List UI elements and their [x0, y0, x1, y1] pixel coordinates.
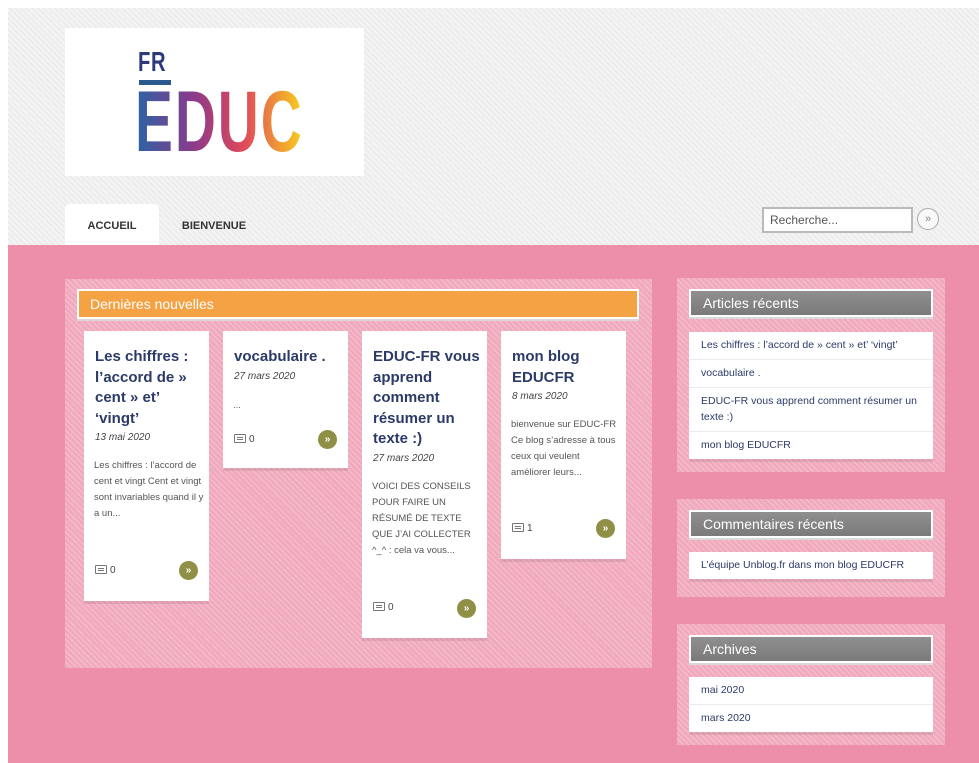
read-more-icon[interactable]: » — [179, 561, 198, 580]
post-date: 13 mai 2020 — [95, 432, 151, 443]
comment-icon — [373, 602, 385, 611]
comment-count: 0 — [249, 434, 255, 445]
archive-link[interactable]: mai 2020 — [689, 677, 933, 705]
nav-tab-bienvenue[interactable]: BIENVENUE — [171, 204, 257, 245]
post-excerpt: bienvenue sur EDUC-FR Ce blog s’adresse … — [511, 419, 617, 478]
recent-article-link[interactable]: Les chiffres : l’accord de » cent » et’ … — [689, 332, 933, 360]
post-title-link[interactable]: vocabulaire . — [234, 347, 342, 368]
comments-link[interactable]: 1 — [512, 523, 533, 534]
post-card: mon blog EDUCFR 8 mars 2020 bienvenue su… — [501, 331, 626, 559]
recent-articles-list: Les chiffres : l’accord de » cent » et’ … — [689, 332, 933, 459]
post-excerpt: Les chiffres : l’accord de cent et vingt… — [94, 460, 204, 519]
archives-widget: Archives mai 2020 mars 2020 — [677, 624, 945, 745]
post-excerpt: ... — [233, 400, 241, 411]
archive-link[interactable]: mars 2020 — [689, 705, 933, 732]
archives-list: mai 2020 mars 2020 — [689, 677, 933, 732]
post-date: 27 mars 2020 — [373, 453, 435, 464]
post-title-link[interactable]: mon blog EDUCFR — [512, 347, 620, 388]
recent-comments-widget: Commentaires récents L’équipe Unblog.fr … — [677, 499, 945, 597]
read-more-icon[interactable]: » — [457, 599, 476, 618]
read-more-icon[interactable]: » — [318, 430, 337, 449]
site-logo[interactable]: FR EDUC — [65, 28, 364, 176]
recent-comments-title: Commentaires récents — [689, 510, 933, 538]
search-input[interactable] — [762, 207, 913, 233]
latest-news-title: Dernières nouvelles — [77, 289, 639, 319]
nav-tab-accueil[interactable]: ACCUEIL — [65, 204, 159, 245]
search-submit-icon[interactable]: » — [917, 208, 939, 230]
post-date: 8 mars 2020 — [512, 391, 568, 402]
comment-icon — [95, 565, 107, 574]
recent-articles-widget: Articles récents Les chiffres : l’accord… — [677, 278, 945, 472]
recent-article-link[interactable]: vocabulaire . — [689, 360, 933, 388]
logo-educ-text: EDUC — [135, 74, 304, 170]
post-card: Les chiffres : l’accord de » cent » et’ … — [84, 331, 209, 601]
read-more-icon[interactable]: » — [596, 519, 615, 538]
recent-article-link[interactable]: mon blog EDUCFR — [689, 432, 933, 459]
post-title-link[interactable]: EDUC-FR vous apprend comment résumer un … — [373, 347, 481, 450]
recent-article-link[interactable]: EDUC-FR vous apprend comment résumer un … — [689, 388, 933, 432]
comments-link[interactable]: 0 — [234, 434, 255, 445]
recent-articles-title: Articles récents — [689, 289, 933, 317]
post-card: vocabulaire . 27 mars 2020 ... 0 » — [223, 331, 348, 468]
recent-comment-link[interactable]: L’équipe Unblog.fr dans mon blog EDUCFR — [689, 552, 933, 579]
post-card: EDUC-FR vous apprend comment résumer un … — [362, 331, 487, 638]
comments-link[interactable]: 0 — [373, 602, 394, 613]
post-title-link[interactable]: Les chiffres : l’accord de » cent » et’ … — [95, 347, 203, 429]
recent-comments-list: L’équipe Unblog.fr dans mon blog EDUCFR — [689, 552, 933, 579]
comment-count: 0 — [110, 565, 116, 576]
post-date: 27 mars 2020 — [234, 371, 296, 382]
post-excerpt: VOICI DES CONSEILS POUR FAIRE UN RÉSUMÉ … — [372, 481, 471, 556]
comment-icon — [512, 523, 524, 532]
comment-icon — [234, 434, 246, 443]
comment-count: 1 — [527, 523, 533, 534]
archives-title: Archives — [689, 635, 933, 663]
comment-count: 0 — [388, 602, 394, 613]
comments-link[interactable]: 0 — [95, 565, 116, 576]
